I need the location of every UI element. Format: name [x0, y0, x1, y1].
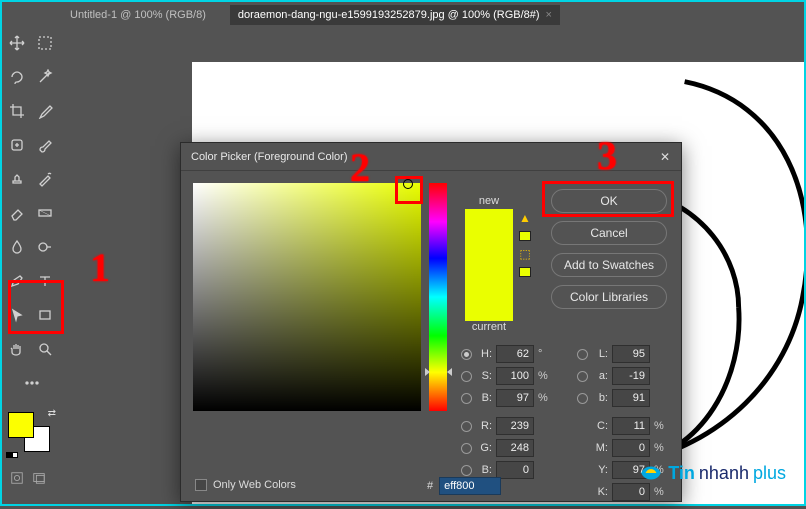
path-selection-tool-icon[interactable]: [4, 304, 30, 326]
radio-a[interactable]: [577, 371, 588, 382]
tab-doraemon[interactable]: doraemon-dang-ngu-e1599193252879.jpg @ 1…: [230, 5, 560, 25]
radio-lb[interactable]: [577, 393, 588, 404]
a-input[interactable]: [612, 367, 650, 385]
lb-input[interactable]: [612, 389, 650, 407]
document-tabs: Untitled-1 @ 100% (RGB/8) doraemon-dang-…: [62, 2, 560, 28]
color-picker-dialog: Color Picker (Foreground Color) ✕ new cu…: [180, 142, 682, 502]
more-tools-icon[interactable]: [4, 372, 60, 394]
hex-input[interactable]: [439, 477, 501, 495]
c-input[interactable]: [612, 417, 650, 435]
crop-tool-icon[interactable]: [4, 100, 30, 122]
color-libraries-button[interactable]: Color Libraries: [551, 285, 667, 309]
gamut-swatch[interactable]: [519, 231, 531, 241]
sv-cursor-icon: [403, 179, 413, 189]
watermark-logo-icon: [638, 460, 664, 486]
toolbox: ⇄: [2, 28, 62, 504]
b-input[interactable]: [496, 389, 534, 407]
radio-b[interactable]: [461, 393, 472, 404]
swap-colors-icon[interactable]: ⇄: [48, 408, 56, 419]
zoom-tool-icon[interactable]: [32, 338, 58, 360]
add-to-swatches-button[interactable]: Add to Swatches: [551, 253, 667, 277]
hue-strip[interactable]: [429, 183, 447, 411]
history-brush-tool-icon[interactable]: [32, 168, 58, 190]
hand-tool-icon[interactable]: [4, 338, 30, 360]
annotation-number-1: 1: [90, 244, 110, 291]
radio-g[interactable]: [461, 443, 472, 454]
watermark: Tinnhanhplus: [638, 460, 786, 486]
gradient-tool-icon[interactable]: [32, 202, 58, 224]
quick-mask-icon[interactable]: [10, 471, 24, 490]
g-input[interactable]: [496, 439, 534, 457]
radio-l[interactable]: [577, 349, 588, 360]
marquee-tool-icon[interactable]: [32, 32, 58, 54]
close-icon[interactable]: ×: [546, 9, 552, 21]
radio-h[interactable]: [461, 349, 472, 360]
only-web-colors[interactable]: Only Web Colors: [195, 479, 296, 491]
s-input[interactable]: [496, 367, 534, 385]
new-color: [465, 209, 513, 265]
foreground-color[interactable]: [8, 412, 34, 438]
color-swatch[interactable]: ⇄: [4, 410, 60, 458]
ok-button[interactable]: OK: [551, 189, 667, 213]
radio-bc[interactable]: [461, 465, 472, 476]
healing-brush-tool-icon[interactable]: [4, 134, 30, 156]
radio-s[interactable]: [461, 371, 472, 382]
checkbox-icon[interactable]: [195, 479, 207, 491]
magic-wand-tool-icon[interactable]: [32, 66, 58, 88]
lasso-tool-icon[interactable]: [4, 66, 30, 88]
rectangle-tool-icon[interactable]: [32, 304, 58, 326]
new-label: new: [465, 195, 513, 207]
hue-indicator-left-icon: [425, 368, 430, 376]
dodge-tool-icon[interactable]: [32, 236, 58, 258]
r-input[interactable]: [496, 417, 534, 435]
screen-mode-icon[interactable]: [32, 471, 46, 490]
pen-tool-icon[interactable]: [4, 270, 30, 292]
eraser-tool-icon[interactable]: [4, 202, 30, 224]
type-tool-icon[interactable]: [32, 270, 58, 292]
clone-stamp-tool-icon[interactable]: [4, 168, 30, 190]
saturation-value-field[interactable]: [193, 183, 421, 411]
close-icon[interactable]: ✕: [655, 147, 675, 167]
websafe-warning-icon[interactable]: ⬚: [519, 247, 530, 261]
current-color[interactable]: [465, 265, 513, 321]
eyedropper-tool-icon[interactable]: [32, 100, 58, 122]
gamut-warning-icon[interactable]: ▲: [519, 211, 531, 225]
bc-input[interactable]: [496, 461, 534, 479]
move-tool-icon[interactable]: [4, 32, 30, 54]
radio-r[interactable]: [461, 421, 472, 432]
hue-indicator-right-icon: [447, 368, 452, 376]
cancel-button[interactable]: Cancel: [551, 221, 667, 245]
current-label: current: [465, 321, 513, 333]
m-input[interactable]: [612, 439, 650, 457]
brush-tool-icon[interactable]: [32, 134, 58, 156]
color-preview: new current: [465, 195, 513, 335]
tab-untitled[interactable]: Untitled-1 @ 100% (RGB/8): [62, 5, 214, 25]
l-input[interactable]: [612, 345, 650, 363]
blur-tool-icon[interactable]: [4, 236, 30, 258]
websafe-swatch[interactable]: [519, 267, 531, 277]
hex-label: #: [427, 480, 433, 492]
dialog-title: Color Picker (Foreground Color): [181, 143, 681, 171]
h-input[interactable]: [496, 345, 534, 363]
default-colors-icon[interactable]: [6, 451, 18, 460]
